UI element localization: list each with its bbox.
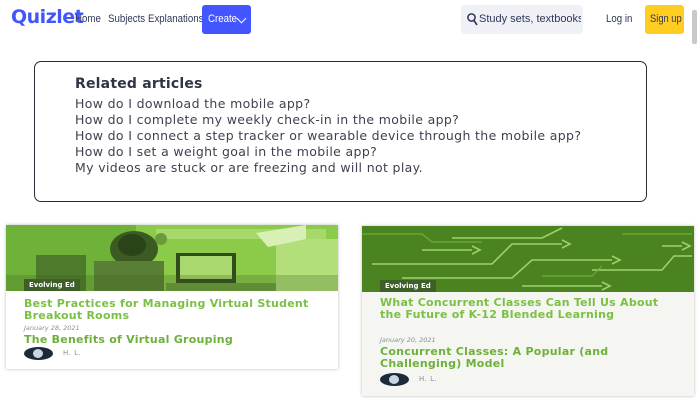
signup-button[interactable]: Sign up [645, 5, 684, 34]
create-button[interactable]: Create [202, 5, 251, 34]
author-avatar [380, 373, 409, 386]
related-article-link[interactable]: How do I set a weight goal in the mobile… [75, 145, 615, 158]
related-article-link[interactable]: How do I connect a step tracker or weara… [75, 129, 615, 142]
article-subtitle[interactable]: The Benefits of Virtual Grouping [24, 334, 324, 346]
category-badge: Evolving Ed [24, 279, 80, 291]
search-icon [467, 13, 478, 26]
search-input[interactable] [479, 11, 581, 27]
nav-subjects-link[interactable]: Subjects [108, 13, 145, 25]
article-card[interactable]: Evolving Ed What Concurrent Classes Can … [362, 226, 694, 396]
article-title[interactable]: What Concurrent Classes Can Tell Us Abou… [380, 297, 680, 321]
related-articles-list: How do I download the mobile app? How do… [75, 97, 615, 177]
login-link[interactable]: Log in [606, 13, 632, 25]
related-articles-heading: Related articles [75, 76, 203, 92]
article-title[interactable]: Best Practices for Managing Virtual Stud… [24, 298, 324, 322]
related-article-link[interactable]: My videos are stuck or are freezing and … [75, 161, 615, 174]
signup-button-label: Sign up [650, 13, 682, 25]
author-name: H. L. [419, 375, 438, 383]
create-button-label: Create [208, 13, 238, 25]
article-card[interactable]: Evolving Ed Best Practices for Managing … [6, 225, 338, 369]
page-scrollbar[interactable] [692, 10, 697, 44]
author-name: H. L. [63, 349, 82, 357]
quizlet-logo[interactable]: Quizlet [11, 6, 84, 28]
author-avatar [24, 347, 53, 360]
search-bar[interactable] [461, 5, 583, 34]
chevron-down-icon [236, 13, 247, 24]
nav-home-link[interactable]: Home [75, 13, 101, 25]
related-article-link[interactable]: How do I complete my weekly check-in in … [75, 113, 615, 126]
nav-explanations-link[interactable]: Explanations [148, 13, 203, 25]
category-badge: Evolving Ed [380, 280, 436, 292]
related-articles-box: Related articles How do I download the m… [34, 61, 647, 202]
article-subtitle[interactable]: Concurrent Classes: A Popular (and Chall… [380, 346, 670, 370]
article-date: January 28, 2021 [24, 324, 80, 332]
article-date: January 20, 2021 [380, 336, 436, 344]
related-article-link[interactable]: How do I download the mobile app? [75, 97, 615, 110]
top-navigation-bar: Quizlet Home Subjects Explanations Creat… [0, 0, 700, 40]
